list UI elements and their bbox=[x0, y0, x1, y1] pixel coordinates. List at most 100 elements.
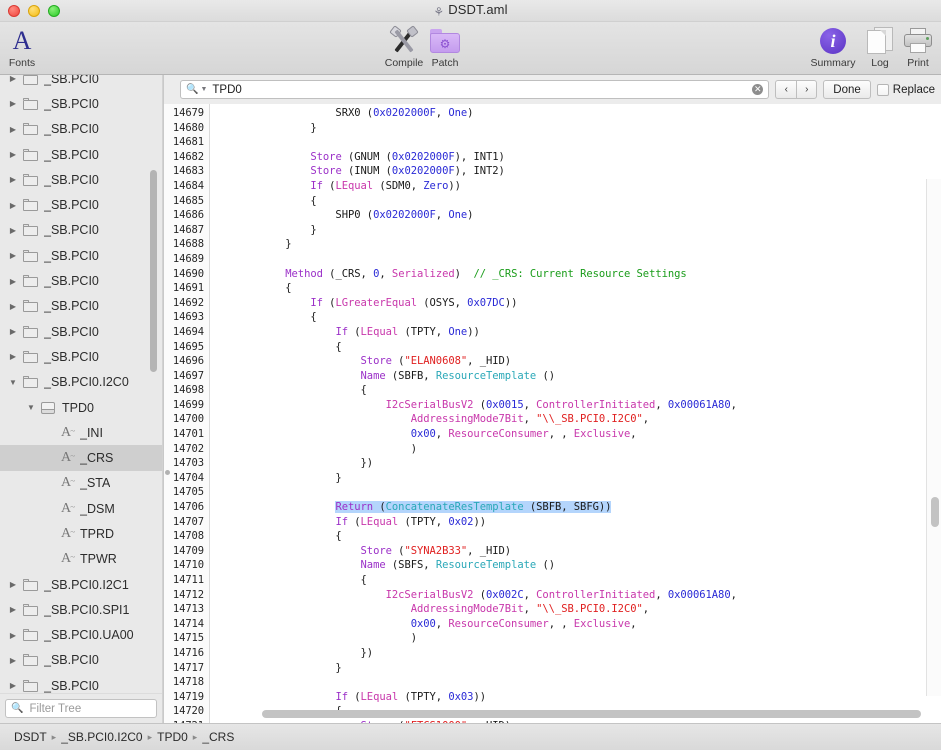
magnifier-icon: 🔍 bbox=[11, 703, 24, 714]
filter-tree-input[interactable]: 🔍 Filter Tree bbox=[5, 699, 157, 718]
tree-item-tpd0[interactable]: TPD0 bbox=[0, 395, 162, 420]
tree-item-label: _DSM bbox=[80, 501, 115, 516]
tree-item--sb-pci0[interactable]: _SB.PCI0 bbox=[0, 319, 162, 344]
toolbar: A Fonts Compile ⚙ Patch i Summary Log Pr… bbox=[0, 22, 941, 75]
tree-item--sb-pci0[interactable]: _SB.PCI0 bbox=[0, 268, 162, 293]
chevron-right-icon[interactable] bbox=[6, 226, 20, 235]
chevron-right-icon[interactable] bbox=[6, 656, 20, 665]
chevron-right-icon[interactable] bbox=[6, 175, 20, 184]
line-number: 14713 bbox=[172, 603, 204, 616]
find-done-button[interactable]: Done bbox=[823, 80, 871, 99]
chevron-right-icon[interactable] bbox=[6, 125, 20, 134]
breadcrumb-item[interactable]: _CRS bbox=[202, 730, 234, 744]
folder-icon bbox=[20, 275, 40, 288]
chevron-right-icon[interactable] bbox=[6, 580, 20, 589]
toolbar-item-print-label: Print bbox=[907, 57, 929, 69]
chevron-right-icon[interactable] bbox=[6, 201, 20, 210]
find-bar: 🔍 ▼ TPD0 ✕ ‹ › Done Replace bbox=[172, 75, 941, 104]
tree-item--sb-pci0-spi1[interactable]: _SB.PCI0.SPI1 bbox=[0, 597, 162, 622]
tree-item--sb-pci0[interactable]: _SB.PCI0 bbox=[0, 142, 162, 167]
chevron-right-icon[interactable] bbox=[6, 75, 20, 83]
tree-item--sb-pci0-ua00[interactable]: _SB.PCI0.UA00 bbox=[0, 623, 162, 648]
tree-item-label: _SB.PCI0 bbox=[44, 248, 99, 263]
line-number-gutter: 14679 14680 14681 14682 14683 14684 14685 14686… bbox=[164, 104, 210, 723]
editor-vscrollbar[interactable] bbox=[926, 179, 941, 696]
folder-icon bbox=[20, 603, 40, 616]
line-number: 14706 bbox=[172, 501, 204, 514]
tree-item--sb-pci0[interactable]: _SB.PCI0 bbox=[0, 117, 162, 142]
tree-item--ini[interactable]: A _INI bbox=[0, 420, 162, 445]
toolbar-item-print[interactable]: Print bbox=[886, 24, 941, 69]
tree-item--sb-pci0[interactable]: _SB.PCI0 bbox=[0, 344, 162, 369]
tree-item-label: _SB.PCI0 bbox=[44, 299, 99, 314]
tree-item-label: _SB.PCI0 bbox=[44, 147, 99, 162]
code-text: SRX0 (0x0202000F, One) } Store (GNUM (0x… bbox=[210, 107, 737, 723]
folder-icon bbox=[20, 123, 40, 136]
tree-item-label: _SB.PCI0 bbox=[44, 223, 99, 238]
chevron-right-icon[interactable] bbox=[6, 681, 20, 690]
tree-item--sb-pci0[interactable]: _SB.PCI0 bbox=[0, 648, 162, 673]
chevron-right-icon[interactable] bbox=[6, 277, 20, 286]
chevron-right-icon[interactable] bbox=[6, 251, 20, 260]
chevron-right-icon[interactable] bbox=[6, 327, 20, 336]
printer-icon bbox=[886, 24, 941, 58]
chevron-right-icon[interactable] bbox=[6, 352, 20, 361]
find-prev-button[interactable]: ‹ bbox=[775, 80, 797, 99]
tree-item--sb-pci0[interactable]: _SB.PCI0 bbox=[0, 294, 162, 319]
breadcrumb-item[interactable]: _SB.PCI0.I2C0 bbox=[61, 730, 142, 744]
tree-item--sb-pci0-i2c1[interactable]: _SB.PCI0.I2C1 bbox=[0, 572, 162, 597]
chevron-down-icon[interactable]: ▼ bbox=[200, 86, 207, 93]
breadcrumb-separator: ▸ bbox=[51, 732, 57, 742]
tree-item--sb-pci0[interactable]: _SB.PCI0 bbox=[0, 192, 162, 217]
toolbar-item-patch[interactable]: ⚙ Patch bbox=[413, 24, 477, 69]
tree-item--sb-pci0[interactable]: _SB.PCI0 bbox=[0, 218, 162, 243]
method-icon: A bbox=[56, 501, 76, 516]
folder-icon bbox=[20, 199, 40, 212]
tree-item--crs[interactable]: A _CRS bbox=[0, 445, 162, 471]
code-area[interactable]: 14679 14680 14681 14682 14683 14684 14685 14686… bbox=[164, 104, 941, 723]
chevron-right-icon[interactable] bbox=[6, 302, 20, 311]
method-icon: A bbox=[56, 476, 76, 490]
line-number: 14696 bbox=[172, 355, 204, 368]
toolbar-item-fonts[interactable]: A Fonts bbox=[0, 24, 54, 70]
folder-icon bbox=[20, 679, 40, 692]
line-number: 14719 bbox=[172, 690, 204, 703]
editor-vscrollbar-thumb[interactable] bbox=[931, 497, 939, 527]
search-icon: 🔍 bbox=[186, 84, 199, 95]
tree-item--dsm[interactable]: A _DSM bbox=[0, 496, 162, 521]
tree-scrollbar-thumb[interactable] bbox=[150, 170, 157, 372]
tree-item--sta[interactable]: A _STA bbox=[0, 471, 162, 496]
line-number: 14716 bbox=[172, 646, 204, 659]
tree-item-label: _SB.PCI0 bbox=[44, 96, 99, 111]
method-icon: A bbox=[56, 526, 76, 541]
code-hscrollbar-thumb[interactable] bbox=[262, 710, 921, 718]
code-content[interactable]: SRX0 (0x0202000F, One) } Store (GNUM (0x… bbox=[210, 104, 941, 723]
replace-checkbox[interactable] bbox=[876, 83, 889, 96]
chevron-down-icon[interactable] bbox=[6, 378, 20, 387]
line-number: 14687 bbox=[172, 223, 204, 236]
search-input[interactable]: 🔍 ▼ TPD0 ✕ bbox=[180, 80, 770, 99]
clear-icon[interactable]: ✕ bbox=[752, 84, 764, 95]
tree-item-tprd[interactable]: A TPRD bbox=[0, 521, 162, 546]
breadcrumb-item[interactable]: DSDT bbox=[14, 730, 47, 744]
tree-item--sb-pci0[interactable]: _SB.PCI0 bbox=[0, 75, 162, 91]
chevron-right-icon[interactable] bbox=[6, 99, 20, 108]
breadcrumb-item[interactable]: TPD0 bbox=[157, 730, 188, 744]
tree-item-label: _SB.PCI0.I2C0 bbox=[44, 375, 129, 390]
chevron-right-icon[interactable] bbox=[6, 605, 20, 614]
statusbar: DSDT ▸ _SB.PCI0.I2C0 ▸ TPD0 ▸ _CRS bbox=[0, 723, 941, 750]
tree-view[interactable]: _SB.PCI0 _SB.PCI0 _SB.PCI0 _SB.PCI0 _SB.PCI0… bbox=[0, 75, 162, 718]
tree-item--sb-pci0[interactable]: _SB.PCI0 bbox=[0, 91, 162, 116]
tree-item--sb-pci0[interactable]: _SB.PCI0 bbox=[0, 243, 162, 268]
tree-item-label: _SB.PCI0 bbox=[44, 324, 99, 339]
chevron-down-icon[interactable] bbox=[24, 403, 38, 412]
line-number: 14718 bbox=[172, 676, 204, 689]
tree-item--sb-pci0[interactable]: _SB.PCI0 bbox=[0, 167, 162, 192]
split-handle[interactable] bbox=[165, 470, 170, 475]
tree-item-tpwr[interactable]: A TPWR bbox=[0, 547, 162, 572]
replace-toggle[interactable]: Replace bbox=[876, 83, 935, 96]
tree-item--sb-pci0-i2c0[interactable]: _SB.PCI0.I2C0 bbox=[0, 370, 162, 395]
chevron-right-icon[interactable] bbox=[6, 150, 20, 159]
find-next-button[interactable]: › bbox=[796, 80, 818, 99]
chevron-right-icon[interactable] bbox=[6, 631, 20, 640]
